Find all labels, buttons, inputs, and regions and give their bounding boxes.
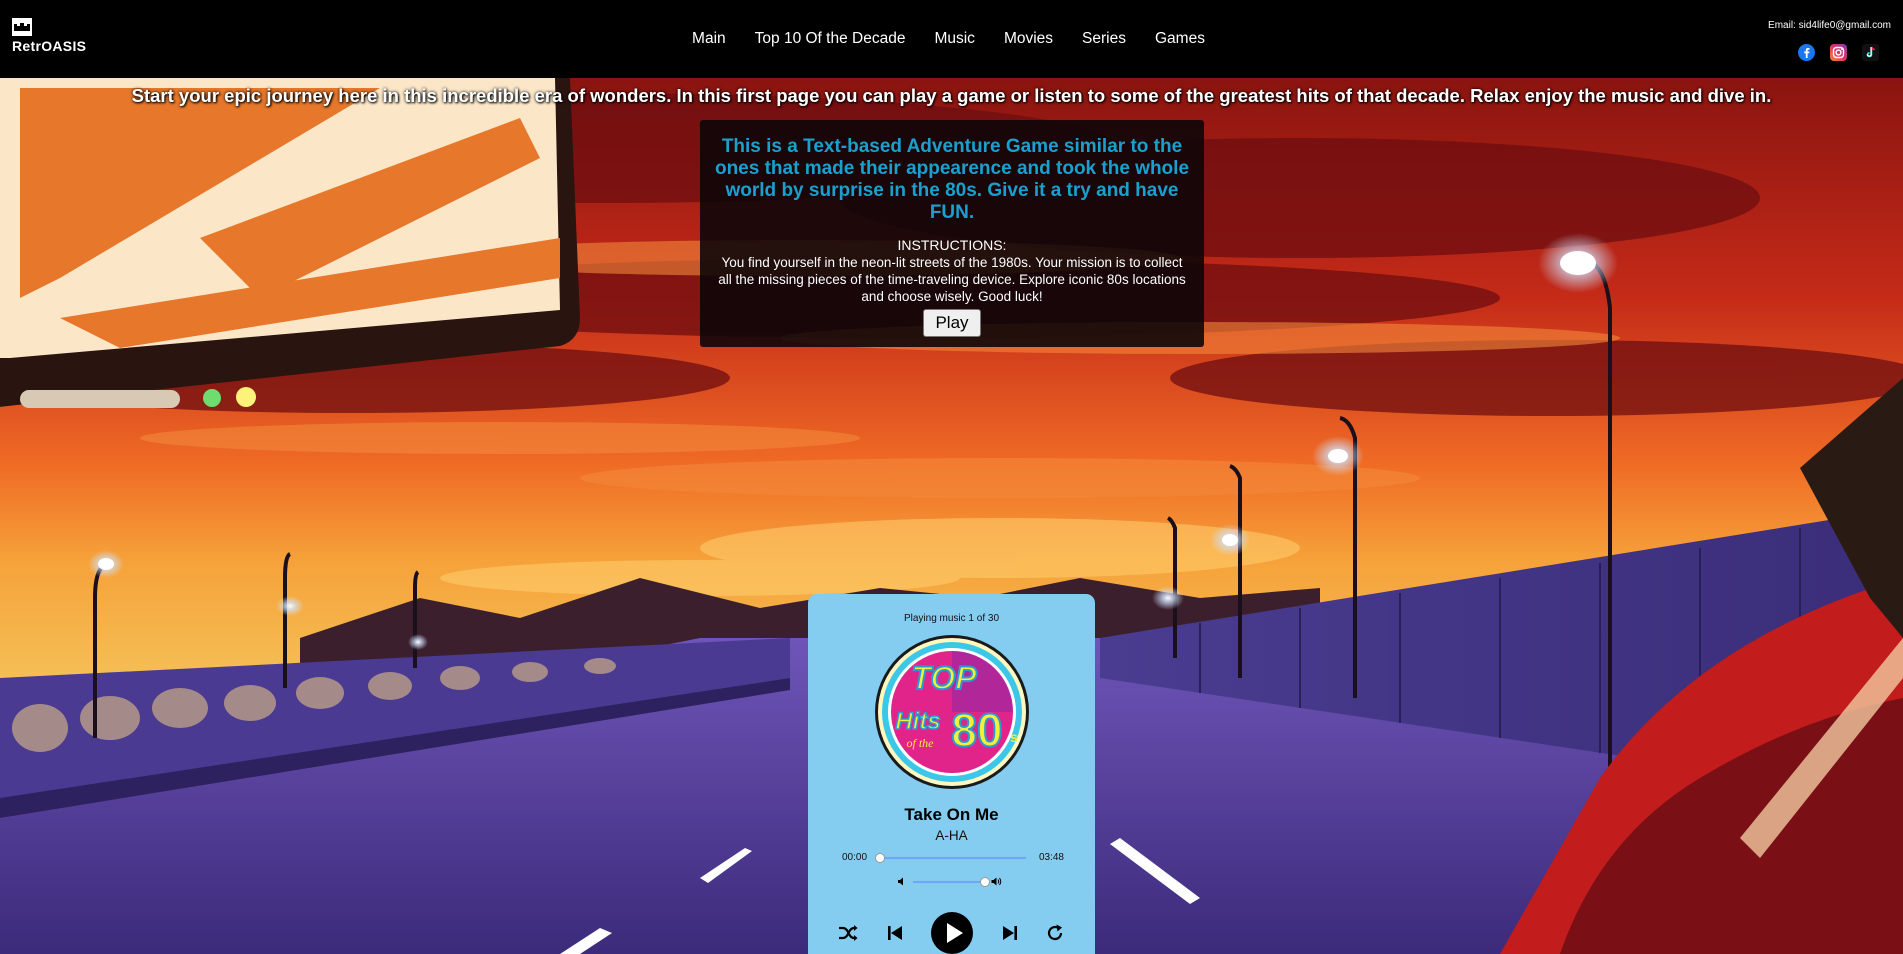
nav-link-music[interactable]: Music <box>934 30 974 48</box>
track-artist: A-HA <box>935 828 968 843</box>
nav-link-top10[interactable]: Top 10 Of the Decade <box>755 30 906 48</box>
progress-slider[interactable] <box>875 853 1026 863</box>
next-icon[interactable] <box>1002 924 1018 942</box>
social-links <box>1798 44 1879 61</box>
volume-down-icon[interactable] <box>897 876 908 887</box>
instructions-text: You find yourself in the neon-lit street… <box>718 255 1186 304</box>
album-s-text: s <box>1010 729 1018 745</box>
player-controls <box>838 912 1064 954</box>
play-icon[interactable] <box>931 912 973 954</box>
music-player: Playing music 1 of 30 TOP Hits of the 80… <box>808 594 1095 954</box>
nav-link-movies[interactable]: Movies <box>1004 30 1053 48</box>
track-title: Take On Me <box>904 805 999 824</box>
top-navbar: RetrOASIS Main Top 10 Of the Decade Musi… <box>0 0 1903 78</box>
album-decade-text: 80 <box>951 704 1002 756</box>
total-time: 03:48 <box>1038 852 1064 863</box>
facebook-icon[interactable] <box>1798 44 1815 61</box>
hero-intro-text: Start your epic journey here in this inc… <box>131 85 1772 106</box>
album-hits-text: Hits <box>895 708 940 735</box>
main-nav: Main Top 10 Of the Decade Music Movies S… <box>0 30 1903 48</box>
shuffle-icon[interactable] <box>838 924 858 942</box>
nav-link-games[interactable]: Games <box>1155 30 1205 48</box>
instagram-icon[interactable] <box>1830 44 1847 61</box>
nav-link-main[interactable]: Main <box>692 30 726 48</box>
progress-thumb[interactable] <box>875 853 885 863</box>
volume-up-icon[interactable] <box>991 876 1002 887</box>
playing-status: Playing music 1 of 30 <box>903 613 1000 624</box>
instructions-label: INSTRUCTIONS: <box>897 237 1007 253</box>
contact-email: Email: sid4life0@gmail.com <box>1768 20 1891 31</box>
album-cover: TOP Hits of the 80 s <box>874 635 1029 789</box>
play-game-button[interactable]: Play <box>923 309 981 337</box>
album-of-the-text: of the <box>906 736 934 750</box>
repeat-icon[interactable] <box>1046 924 1064 942</box>
volume-row <box>897 876 1011 888</box>
current-time: 00:00 <box>842 852 868 863</box>
progress-row: 00:00 03:48 <box>842 852 1064 864</box>
tiktok-icon[interactable] <box>1862 44 1879 61</box>
game-title: This is a Text-based Adventure Game simi… <box>714 136 1190 223</box>
previous-icon[interactable] <box>887 924 903 942</box>
text-adventure-panel: This is a Text-based Adventure Game simi… <box>700 120 1204 347</box>
volume-thumb[interactable] <box>980 877 990 887</box>
album-top-text: TOP <box>911 660 977 696</box>
volume-slider[interactable] <box>913 877 990 887</box>
nav-link-series[interactable]: Series <box>1082 30 1126 48</box>
